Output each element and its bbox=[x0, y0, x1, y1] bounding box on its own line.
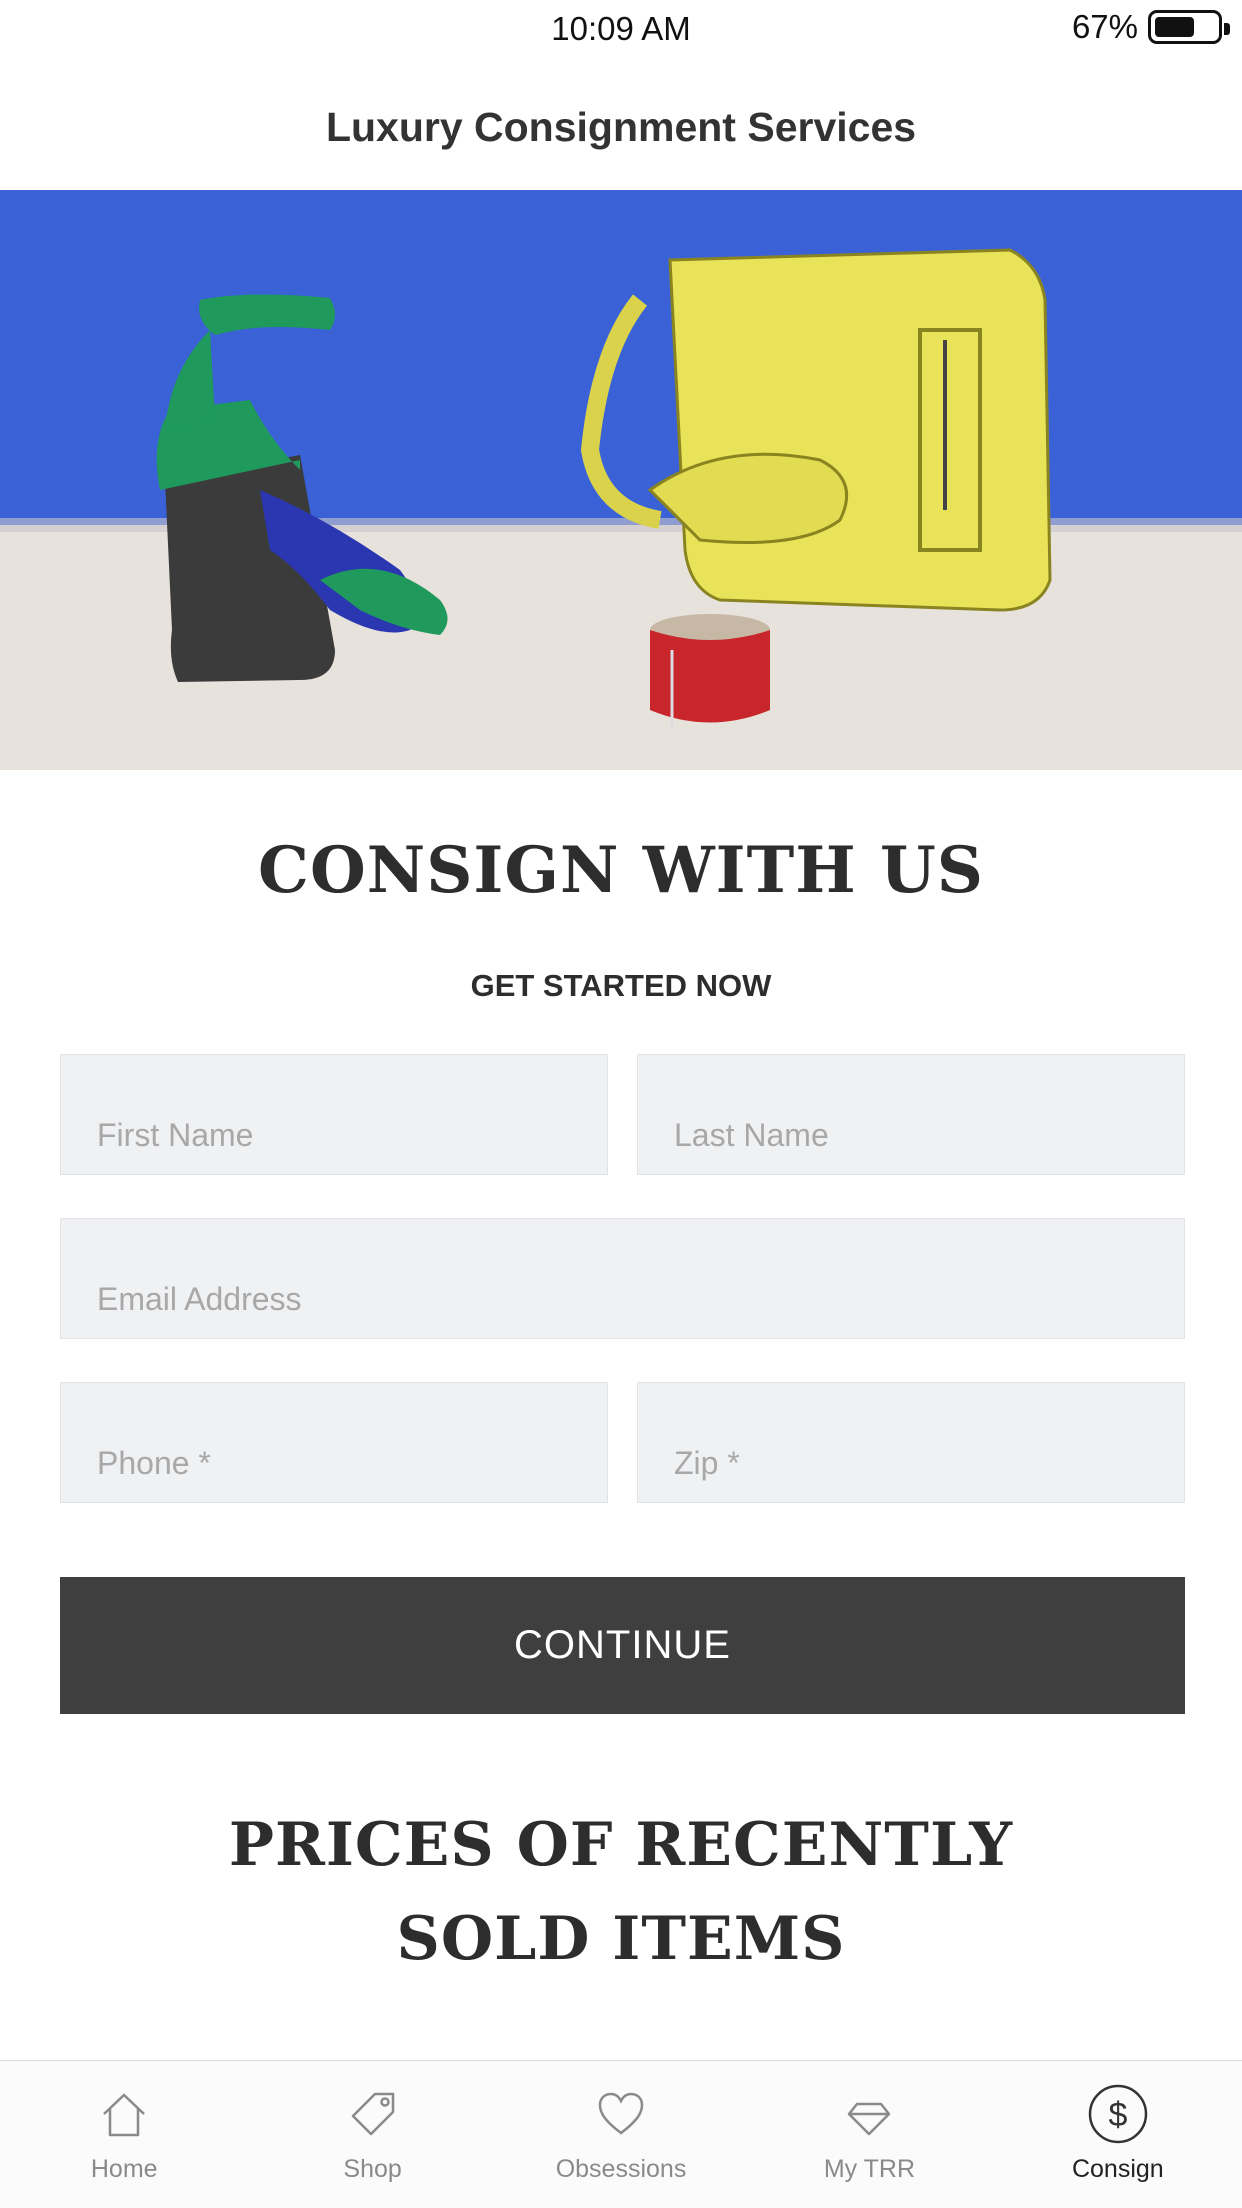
continue-button[interactable]: CONTINUE bbox=[60, 1577, 1185, 1714]
status-time: 10:09 AM bbox=[551, 10, 691, 47]
prices-heading-line2: SOLD ITEMS bbox=[396, 1904, 846, 1974]
tab-label-shop: Shop bbox=[343, 2155, 402, 2183]
email-field[interactable] bbox=[60, 1218, 1185, 1339]
tab-home[interactable]: Home bbox=[0, 2061, 248, 2208]
diamond-icon bbox=[834, 2079, 904, 2149]
first-name-input[interactable] bbox=[61, 1055, 607, 1174]
tab-shop[interactable]: Shop bbox=[248, 2061, 496, 2208]
page-title: Luxury Consignment Services bbox=[325, 104, 917, 150]
consign-heading: CONSIGN WITH US bbox=[258, 833, 984, 908]
phone-field[interactable] bbox=[60, 1382, 608, 1503]
prices-heading: PRICES OF RECENTLY SOLD ITEMS bbox=[0, 1798, 1242, 1986]
home-icon bbox=[89, 2079, 159, 2149]
battery-level bbox=[1155, 17, 1194, 37]
tab-my-trr[interactable]: My TRR bbox=[745, 2061, 993, 2208]
tab-obsessions[interactable]: Obsessions bbox=[497, 2061, 745, 2208]
heart-icon bbox=[586, 2079, 656, 2149]
zip-input[interactable] bbox=[638, 1383, 1184, 1502]
zip-field[interactable] bbox=[637, 1382, 1185, 1503]
tab-bar: Home Shop Obsessions My TRR $ Consign bbox=[0, 2060, 1242, 2208]
tab-consign[interactable]: $ Consign bbox=[994, 2061, 1242, 2208]
get-started-subheading: GET STARTED NOW bbox=[470, 968, 772, 1003]
battery-percent: 67% bbox=[1071, 8, 1138, 45]
last-name-field[interactable] bbox=[637, 1054, 1185, 1175]
email-input[interactable] bbox=[61, 1219, 1184, 1338]
tab-label-consign: Consign bbox=[1071, 2155, 1164, 2183]
hero-image bbox=[0, 190, 1242, 770]
tab-label-my-trr: My TRR bbox=[823, 2155, 916, 2183]
tab-label-home: Home bbox=[90, 2155, 158, 2183]
tag-icon bbox=[338, 2079, 408, 2149]
dollar-icon: $ bbox=[1083, 2079, 1153, 2149]
battery-icon bbox=[1148, 10, 1230, 44]
phone-input[interactable] bbox=[61, 1383, 607, 1502]
status-bar: 10:09 AM 67% bbox=[0, 0, 1242, 54]
svg-text:$: $ bbox=[1108, 2096, 1127, 2134]
last-name-input[interactable] bbox=[638, 1055, 1184, 1174]
status-right: 67% bbox=[1071, 8, 1230, 46]
product-photo bbox=[0, 190, 1242, 770]
tab-label-obsessions: Obsessions bbox=[555, 2155, 687, 2183]
prices-heading-line1: PRICES OF RECENTLY bbox=[228, 1810, 1014, 1880]
first-name-field[interactable] bbox=[60, 1054, 608, 1175]
